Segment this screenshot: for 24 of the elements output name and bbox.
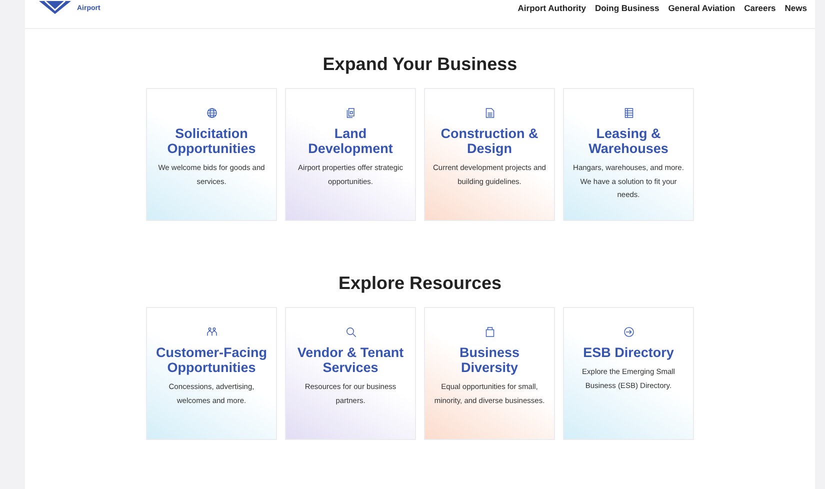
building-icon bbox=[622, 107, 634, 119]
bag-icon bbox=[484, 326, 496, 338]
document-icon bbox=[484, 107, 496, 119]
nav-link[interactable]: Careers bbox=[744, 3, 776, 13]
card-title: Land Development bbox=[307, 126, 394, 156]
globe-icon bbox=[206, 107, 218, 119]
card-title: Business Diversity bbox=[458, 345, 521, 375]
card-title: Customer-Facing Opportunities bbox=[155, 345, 268, 375]
section-heading: Expand Your Business bbox=[322, 53, 518, 76]
nav-link[interactable]: Airport Authority bbox=[518, 3, 586, 13]
card-title: Solicitation Opportunities bbox=[166, 126, 257, 156]
documents-icon bbox=[344, 107, 356, 119]
card-title: Construction & Design bbox=[440, 126, 540, 156]
nav-link[interactable]: Doing Business bbox=[594, 3, 660, 13]
card-title: Vendor & Tenant Services bbox=[296, 345, 405, 375]
logo-icon[interactable] bbox=[37, 1, 73, 15]
search-icon bbox=[344, 326, 356, 338]
arrow-circle-icon bbox=[622, 326, 634, 338]
people-icon bbox=[206, 326, 218, 338]
card-title: ESB Directory bbox=[583, 345, 674, 360]
nav-link[interactable]: News bbox=[784, 3, 807, 13]
section-heading: Explore Resources bbox=[338, 272, 502, 295]
card-title: Leasing & Warehouses bbox=[588, 126, 670, 156]
nav-link[interactable]: General Aviation bbox=[668, 3, 736, 13]
